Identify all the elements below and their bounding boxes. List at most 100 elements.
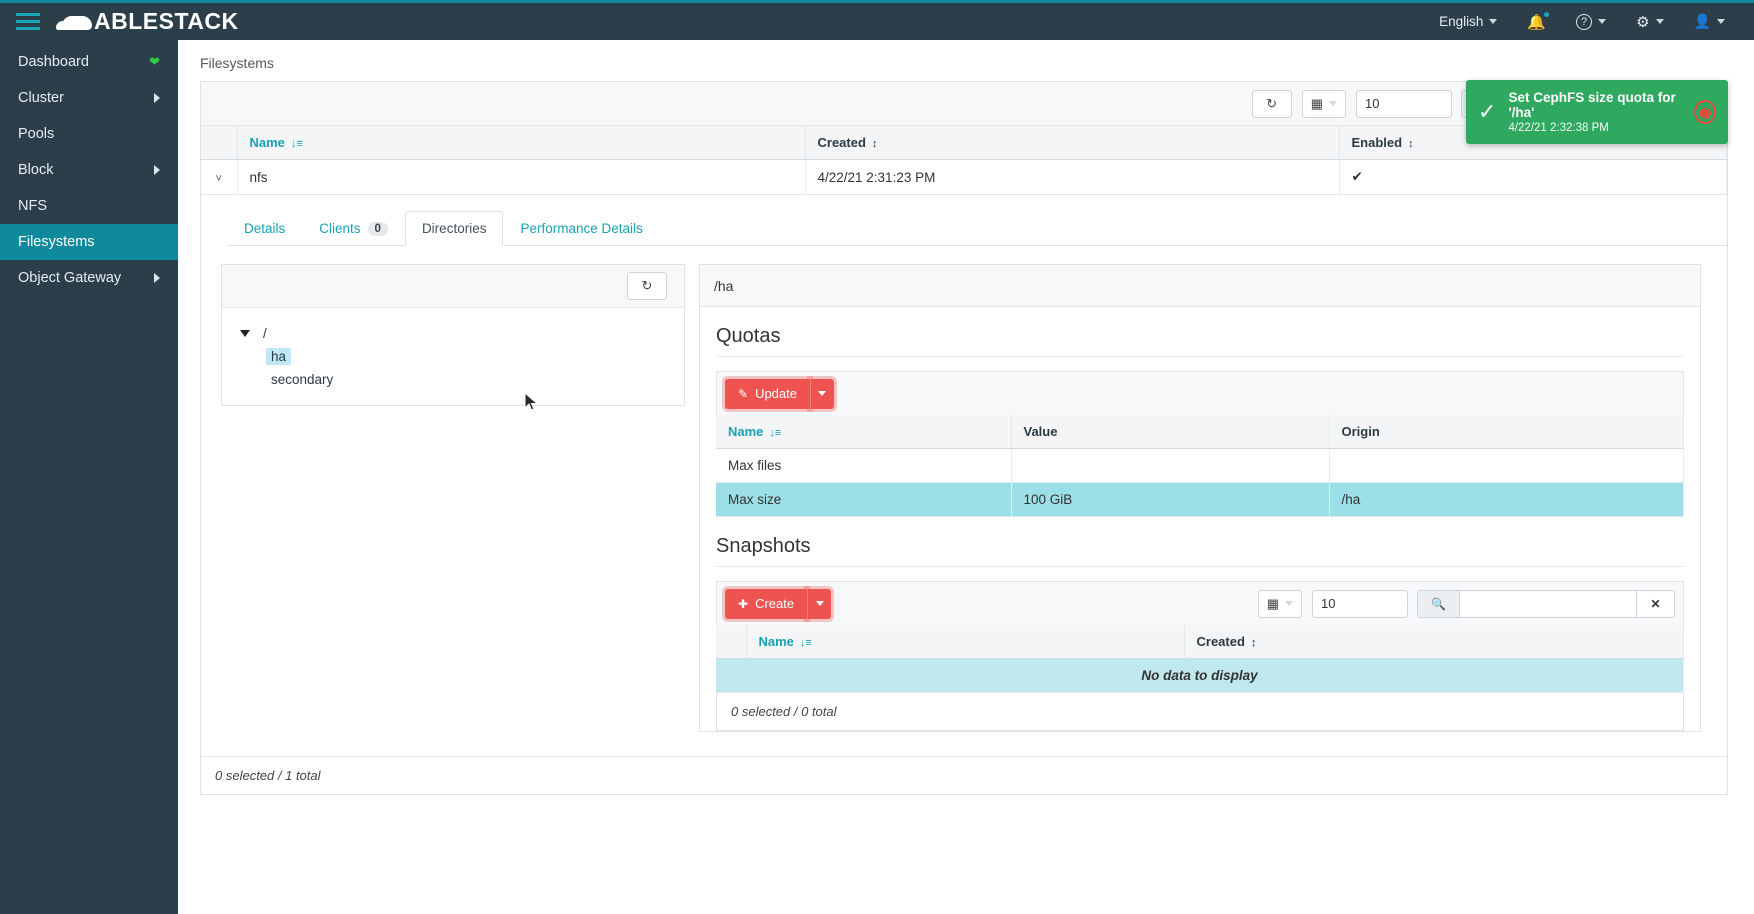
caret-down-icon <box>1329 101 1337 106</box>
sidebar-item-cluster[interactable]: Cluster <box>0 80 178 116</box>
cell-origin[interactable]: /ha <box>1329 482 1684 517</box>
notifications-button[interactable]: 🔔 <box>1512 2 1561 42</box>
create-button[interactable]: ✚ Create <box>725 588 808 619</box>
sidebar-item-label: Dashboard <box>18 54 89 70</box>
tree-node-root[interactable]: / <box>240 322 684 345</box>
create-dropdown-button[interactable] <box>807 588 832 619</box>
help-menu[interactable]: ? <box>1561 2 1621 42</box>
sidebar-item-label: Cluster <box>18 90 64 106</box>
main-content: Filesystems ↻ ▦ 10 🔍 ✕ Name↓≡ <box>178 40 1754 914</box>
row-expand-toggle[interactable]: ˅ <box>201 159 238 195</box>
cell-value <box>1011 448 1330 483</box>
chevron-right-icon <box>154 165 160 175</box>
sidebar-item-filesystems[interactable]: Filesystems <box>0 224 178 260</box>
refresh-icon[interactable]: ↻ <box>627 272 667 300</box>
sort-icon: ↓≡ <box>290 138 303 150</box>
sidebar-item-pools[interactable]: Pools <box>0 116 178 152</box>
quotas-section: Quotas ✎ Update Name ↓≡ Value Origin Max… <box>700 307 1700 517</box>
sidebar-item-block[interactable]: Block <box>0 152 178 188</box>
snapshots-section: Snapshots ✚ Create ▦ 10 🔍 ✕ Name ↓≡ Crea… <box>700 517 1700 731</box>
toast-text: Set CephFS size quota for '/ha' 4/22/21 … <box>1508 90 1682 134</box>
empty-state-message: No data to display <box>716 658 1684 693</box>
column-header-value[interactable]: Value <box>1011 415 1330 449</box>
tab-performance-details[interactable]: Performance Details <box>503 211 659 246</box>
sidebar-item-nfs[interactable]: NFS <box>0 188 178 224</box>
language-selector[interactable]: English <box>1424 2 1512 42</box>
tree-node-secondary[interactable]: secondary <box>240 368 684 391</box>
tree-node-label: ha <box>266 348 292 365</box>
sidebar-item-object-gateway[interactable]: Object Gateway <box>0 260 178 296</box>
search-icon[interactable]: 🔍 <box>1417 589 1459 618</box>
cell-name: Max size <box>716 482 1012 517</box>
column-header-created[interactable]: Created ↕ <box>805 126 1340 160</box>
chevron-down-icon <box>1655 19 1664 24</box>
directory-detail-panel: /ha Quotas ✎ Update Name ↓≡ Value Origin… <box>699 264 1701 732</box>
column-selector-button[interactable]: ▦ <box>1301 89 1346 118</box>
chevron-down-icon <box>1489 19 1498 24</box>
sidebar-item-label: Filesystems <box>18 234 95 250</box>
toast-notification[interactable]: ✓ Set CephFS size quota for '/ha' 4/22/2… <box>1466 80 1728 144</box>
top-bar-actions: English 🔔 ? ⚙ 👤 <box>1424 2 1754 42</box>
column-header-origin[interactable]: Origin <box>1329 415 1684 449</box>
cell-name: nfs <box>237 159 806 195</box>
search-group: 🔍 ✕ <box>1417 589 1675 618</box>
toast-timestamp: 4/22/21 2:32:38 PM <box>1508 122 1609 134</box>
chevron-down-icon <box>1717 19 1725 24</box>
column-header-created[interactable]: Created ↕ <box>1184 625 1684 659</box>
sidebar-item-label: Block <box>18 162 54 178</box>
table-row[interactable]: ˅ nfs 4/22/21 2:31:23 PM ✔ <box>201 159 1727 195</box>
tree-node-ha[interactable]: ha <box>240 345 684 368</box>
column-header-name[interactable]: Name ↓≡ <box>237 126 806 160</box>
top-bar: ABLESTACK English 🔔 ? ⚙ 👤 <box>0 0 1754 40</box>
snapshots-footer: 0 selected / 0 total <box>716 693 1684 731</box>
table-row[interactable]: Max size 100 GiB /ha <box>716 482 1684 517</box>
snapshots-title: Snapshots <box>716 535 1684 567</box>
tab-details[interactable]: Details <box>227 211 302 246</box>
search-input[interactable] <box>1459 589 1637 618</box>
column-header-name[interactable]: Name ↓≡ <box>746 625 1185 659</box>
sort-icon: ↕ <box>1250 637 1257 649</box>
pencil-icon: ✎ <box>738 386 749 401</box>
caret-down-icon <box>815 601 824 606</box>
column-header-name[interactable]: Name ↓≡ <box>716 415 1012 449</box>
brand-name: ABLESTACK <box>94 8 239 34</box>
refresh-icon[interactable]: ↻ <box>1251 89 1292 118</box>
page-size-input[interactable]: 10 <box>1356 89 1452 118</box>
page-size-input[interactable]: 10 <box>1312 589 1408 618</box>
tab-label: Performance Details <box>520 221 643 236</box>
clients-count-badge: 0 <box>367 221 388 236</box>
update-dropdown-button[interactable] <box>809 378 834 409</box>
sort-icon: ↓≡ <box>769 427 782 439</box>
chevron-right-icon <box>154 93 160 103</box>
table-columns-icon: ▦ <box>1266 595 1279 611</box>
clear-icon[interactable]: ✕ <box>1637 589 1675 618</box>
language-label: English <box>1439 14 1484 29</box>
select-column-header <box>716 625 747 659</box>
cell-origin <box>1329 448 1684 483</box>
tab-clients[interactable]: Clients 0 <box>302 211 405 246</box>
settings-menu[interactable]: ⚙ <box>1621 2 1678 42</box>
triangle-down-icon[interactable] <box>240 330 250 337</box>
check-icon: ✓ <box>1478 99 1497 124</box>
quotas-table: Name ↓≡ Value Origin Max files Max size … <box>716 415 1684 517</box>
cell-enabled: ✔ <box>1339 159 1727 195</box>
empty-state-row: No data to display <box>716 658 1684 693</box>
tree-node-label: / <box>263 326 267 341</box>
caret-down-icon <box>818 391 827 396</box>
column-selector-button[interactable]: ▦ <box>1257 589 1302 618</box>
sidebar-item-dashboard[interactable]: Dashboard ❤ <box>0 44 178 80</box>
sort-icon: ↕ <box>1408 138 1414 150</box>
directories-body: ↻ / ha secondary /ha Quotas ✎ Update Nam… <box>201 246 1727 732</box>
user-menu[interactable]: 👤 <box>1679 2 1740 42</box>
table-row[interactable]: Max files <box>716 448 1684 483</box>
hamburger-icon[interactable] <box>0 2 56 42</box>
filesystems-panel: ↻ ▦ 10 🔍 ✕ Name↓≡ Creat <box>200 81 1728 795</box>
cell-value: 100 GiB <box>1011 482 1330 517</box>
plus-icon: ✚ <box>738 596 749 611</box>
detail-tabs: Details Clients 0 Directories Performanc… <box>227 211 1727 246</box>
update-button[interactable]: ✎ Update <box>725 378 810 409</box>
filesystems-footer: 0 selected / 1 total <box>201 756 1727 794</box>
update-button-label: Update <box>755 386 797 401</box>
tab-directories[interactable]: Directories <box>404 211 504 246</box>
snapshots-toolbar: ✚ Create ▦ 10 🔍 ✕ <box>716 581 1684 625</box>
